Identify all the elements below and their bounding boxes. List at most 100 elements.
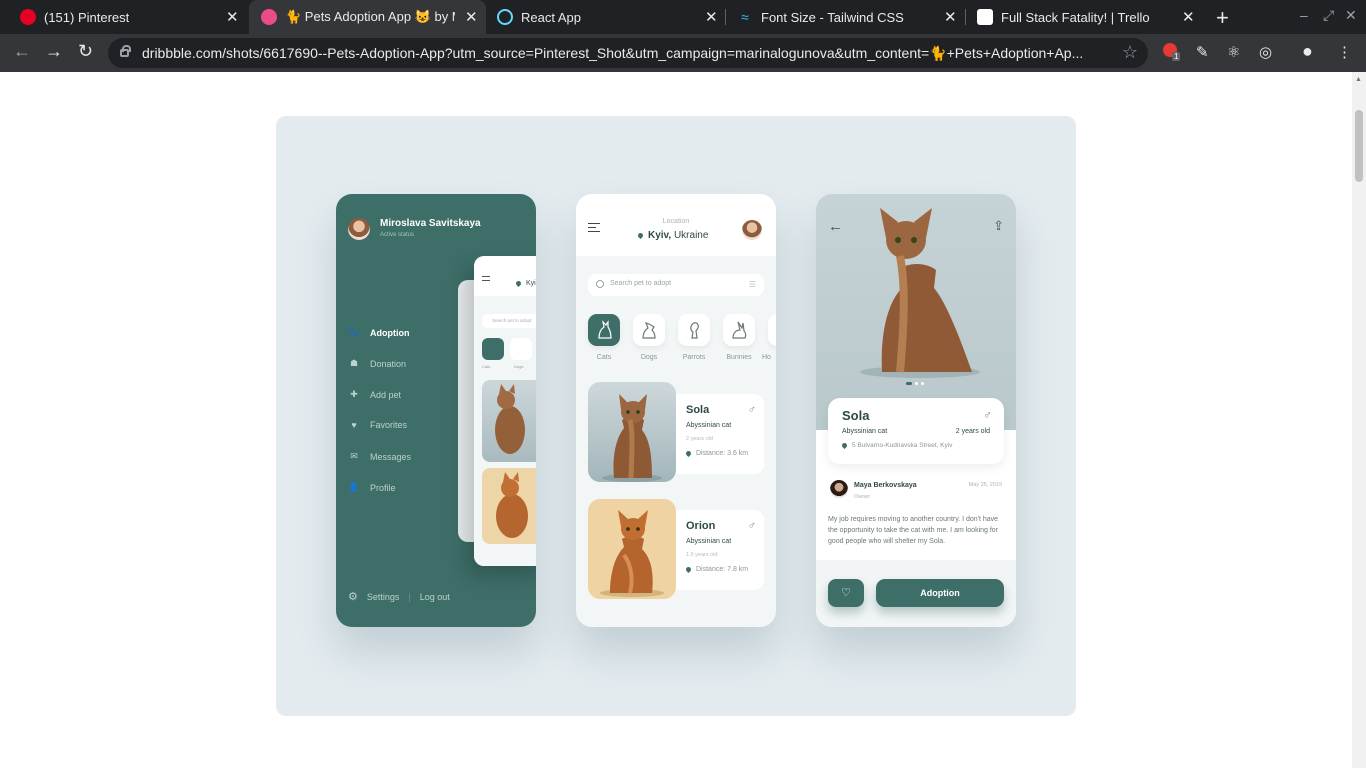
back-arrow-icon[interactable]: ←: [13, 41, 31, 62]
category-cats[interactable]: [588, 314, 620, 346]
gear-icon: ⚙: [348, 591, 358, 603]
mini-location: Kyiv,: [514, 279, 536, 287]
minimize-icon[interactable]: –: [1300, 7, 1308, 23]
menu-kebab-icon[interactable]: ⋮: [1337, 43, 1352, 61]
category-horses[interactable]: [768, 314, 776, 346]
category-parrots[interactable]: [678, 314, 710, 346]
share-icon[interactable]: ⇪: [993, 218, 1004, 234]
pet-age: 1.5 years old: [686, 552, 718, 558]
menu-item-adoption[interactable]: 🐾 Adoption: [348, 327, 409, 338]
forward-arrow-icon[interactable]: →: [45, 41, 63, 62]
reload-icon[interactable]: ↻: [78, 41, 93, 62]
user-avatar[interactable]: [742, 220, 762, 240]
category-label: Bunnies: [726, 354, 752, 361]
tab-tailwind[interactable]: ≈ Font Size - Tailwind CSS ✕: [727, 0, 965, 34]
pet-distance: Distance: 3.6 km: [684, 449, 748, 457]
user-avatar: [348, 218, 370, 240]
pet-hero-image: [816, 194, 1016, 430]
pet-age: 2 years old: [686, 436, 713, 442]
menu-item-favorites[interactable]: ♥ Favorites: [348, 420, 407, 430]
male-icon: ♂: [983, 408, 992, 422]
restore-icon[interactable]: ⤢: [1323, 7, 1334, 24]
post-date: May 25, 2019: [968, 482, 1002, 488]
close-icon[interactable]: ✕: [705, 8, 718, 26]
pet-name: Sola: [686, 404, 710, 416]
category-label: Parrots: [682, 354, 706, 361]
menu-item-label: Add pet: [370, 389, 402, 400]
menu-item-label: Donation: [370, 358, 407, 369]
male-icon: ♂: [747, 404, 756, 416]
bookmark-star-icon[interactable]: ☆: [1122, 42, 1138, 63]
pet-photo[interactable]: [588, 499, 676, 599]
close-icon[interactable]: ✕: [944, 8, 957, 26]
tab-strip: (151) Pinterest ✕ 🐈 Pets Adoption App 😺 …: [0, 0, 1366, 34]
tab-divider: [725, 9, 726, 25]
tab-trello[interactable]: Full Stack Fatality! | Trello ✕: [967, 0, 1205, 34]
parrot-icon: [690, 322, 699, 339]
menu-item-add-pet[interactable]: ✚ Add pet: [348, 389, 401, 400]
owner-name: Maya Berkovskaya: [854, 482, 917, 489]
detail-phone: ← ⇪ Sola ♂ Abyssinian cat 2 years old 5 …: [816, 194, 1016, 627]
close-icon[interactable]: ✕: [465, 8, 478, 26]
menu-item-label: Profile: [370, 482, 396, 493]
paw-icon: 🐾: [348, 327, 360, 337]
tab-divider: [965, 9, 966, 25]
logout-link[interactable]: Log out: [420, 592, 450, 602]
plus-icon: ✚: [350, 389, 358, 399]
menu-phone: Miroslava Savitskaya Active status 🐾 Ado…: [336, 194, 536, 627]
tailwind-icon: ≈: [741, 9, 749, 25]
owner-avatar[interactable]: [830, 480, 848, 498]
pet-card[interactable]: Orion ♂ Abyssinian cat 1.5 years old Dis…: [668, 510, 764, 590]
target-extension-icon[interactable]: ◎: [1259, 43, 1272, 61]
page-scrollbar[interactable]: ▲: [1352, 72, 1366, 768]
pet-photo[interactable]: [588, 382, 676, 482]
heart-icon: ♡: [841, 587, 851, 599]
pen-extension-icon[interactable]: ✎: [1196, 43, 1209, 61]
scrollbar-thumb[interactable]: [1355, 110, 1363, 182]
mail-icon: ✉: [350, 451, 358, 461]
tab-pinterest[interactable]: (151) Pinterest ✕: [0, 0, 246, 34]
profile-avatar-icon[interactable]: ●: [1302, 41, 1313, 62]
search-icon: [596, 280, 604, 288]
close-icon[interactable]: ✕: [226, 8, 239, 26]
owner-role: Owner: [854, 494, 871, 500]
tab-react[interactable]: React App ✕: [487, 0, 725, 34]
address-bar[interactable]: dribbble.com/shots/6617690--Pets-Adoptio…: [108, 38, 1148, 68]
favorite-button[interactable]: ♡: [828, 579, 864, 607]
category-label: Ho: [762, 354, 771, 361]
location-value[interactable]: Kyiv, Ukraine: [636, 230, 708, 241]
menu-item-profile[interactable]: 👤 Profile: [348, 482, 396, 493]
search-input[interactable]: Search pet to adopt ☰: [588, 274, 764, 296]
menu-item-label: Favorites: [370, 420, 408, 430]
pet-age: 2 years old: [955, 428, 990, 435]
mini-search: Search pet to adopt: [482, 314, 536, 328]
scroll-up-arrow-icon[interactable]: ▲: [1355, 76, 1362, 83]
filter-icon[interactable]: ☰: [749, 280, 756, 289]
trello-icon: [977, 9, 993, 25]
pet-breed: Abyssinian cat: [842, 428, 888, 435]
user-icon: 👤: [348, 482, 360, 492]
donation-icon: ☗: [349, 358, 359, 368]
react-devtools-icon[interactable]: ⚛: [1227, 43, 1240, 61]
extension-badge: 1: [1172, 52, 1181, 61]
pin-icon: [684, 449, 693, 457]
pet-info-card: Sola ♂ Abyssinian cat 2 years old 5 Bulv…: [828, 398, 1004, 464]
menu-item-donation[interactable]: ☗ Donation: [348, 358, 406, 369]
pet-card[interactable]: Sola ♂ Abyssinian cat 2 years old Distan…: [668, 394, 764, 474]
menu-footer: ⚙ Settings | Log out: [348, 591, 450, 603]
settings-link[interactable]: Settings: [367, 592, 400, 602]
dribbble-shot-image[interactable]: Miroslava Savitskaya Active status 🐾 Ado…: [276, 116, 1076, 716]
close-icon[interactable]: ✕: [1182, 8, 1195, 26]
extension-icon[interactable]: 1: [1163, 43, 1181, 61]
adoption-button[interactable]: Adoption: [876, 579, 1004, 607]
new-tab-button[interactable]: +: [1216, 5, 1229, 31]
category-bunnies[interactable]: [723, 314, 755, 346]
close-window-icon[interactable]: ✕: [1345, 7, 1357, 24]
mini-cat-label: Dogs: [514, 364, 524, 369]
tab-title: React App: [521, 9, 581, 25]
menu-item-messages[interactable]: ✉ Messages: [348, 451, 411, 462]
pet-breed: Abyssinian cat: [686, 538, 732, 545]
back-arrow-icon[interactable]: ←: [828, 218, 843, 235]
category-dogs[interactable]: [633, 314, 665, 346]
tab-dribbble[interactable]: 🐈 Pets Adoption App 😺 by M ✕: [249, 0, 486, 34]
